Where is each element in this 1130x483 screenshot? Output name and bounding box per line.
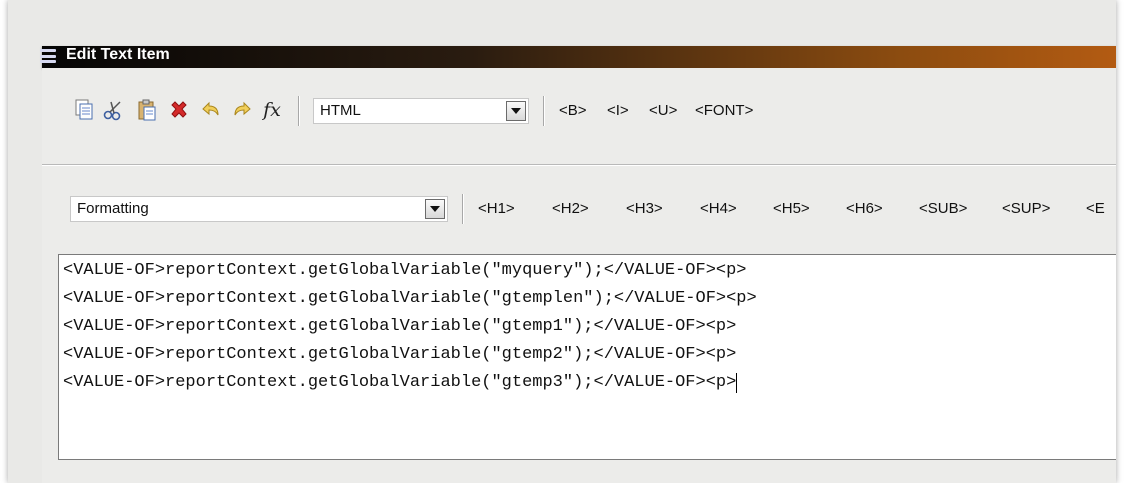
copy-icon[interactable]: [72, 98, 96, 122]
toolbar-separator: [298, 96, 299, 126]
editor-line: <VALUE-OF>reportContext.getGlobalVariabl…: [63, 261, 747, 280]
tag-h6-button[interactable]: <H6>: [846, 200, 883, 217]
function-label: fx: [263, 99, 281, 121]
undo-icon[interactable]: [198, 98, 222, 122]
tag-italic-button[interactable]: <I>: [607, 102, 629, 119]
cut-icon[interactable]: [102, 98, 126, 122]
window-menu-icon[interactable]: [40, 49, 56, 63]
toolbar-formatting: fx HTML <B> <I> <U> <FONT>: [42, 78, 1116, 126]
paste-icon[interactable]: [135, 98, 159, 122]
toolbar-separator: [462, 194, 463, 224]
tag-more-button[interactable]: <E: [1086, 200, 1105, 217]
formatting-select-value: Formatting: [77, 200, 149, 217]
editor-line: <VALUE-OF>reportContext.getGlobalVariabl…: [63, 345, 737, 364]
tag-sup-button[interactable]: <SUP>: [1002, 200, 1050, 217]
window-title: Edit Text Item: [66, 46, 170, 63]
chevron-down-icon[interactable]: [425, 199, 445, 219]
editor-line: <VALUE-OF>reportContext.getGlobalVariabl…: [63, 317, 737, 336]
toolbar-separator: [543, 96, 544, 126]
dialog-frame: Edit Text Item fx HTML <B> <I> <U> <FONT…: [8, 0, 1116, 483]
edit-panel: fx HTML <B> <I> <U> <FONT> Formatting <H…: [42, 68, 1116, 483]
editor-line-text: <VALUE-OF>reportContext.getGlobalVariabl…: [63, 373, 737, 392]
editor-line-last: <VALUE-OF>reportContext.getGlobalVariabl…: [63, 373, 738, 393]
formatting-select[interactable]: Formatting: [70, 196, 448, 222]
text-caret: [736, 373, 738, 393]
format-select[interactable]: HTML: [313, 98, 529, 124]
tag-h3-button[interactable]: <H3>: [626, 200, 663, 217]
tag-bold-button[interactable]: <B>: [559, 102, 587, 119]
text-editor[interactable]: <VALUE-OF>reportContext.getGlobalVariabl…: [58, 254, 1116, 460]
tag-h4-button[interactable]: <H4>: [700, 200, 737, 217]
tag-h1-button[interactable]: <H1>: [478, 200, 515, 217]
delete-icon[interactable]: [167, 98, 191, 122]
function-icon[interactable]: fx: [260, 98, 284, 122]
tag-sub-button[interactable]: <SUB>: [919, 200, 967, 217]
redo-icon[interactable]: [231, 98, 255, 122]
toolbar-divider: [42, 164, 1116, 165]
tag-h5-button[interactable]: <H5>: [773, 200, 810, 217]
title-bar[interactable]: Edit Text Item: [40, 46, 1116, 68]
format-select-value: HTML: [320, 102, 361, 119]
tag-underline-button[interactable]: <U>: [649, 102, 677, 119]
tag-h2-button[interactable]: <H2>: [552, 200, 589, 217]
chevron-down-icon[interactable]: [506, 101, 526, 121]
toolbar-headings: Formatting <H1> <H2> <H3> <H4> <H5> <H6>…: [42, 176, 1116, 224]
tag-font-button[interactable]: <FONT>: [695, 102, 753, 119]
editor-line: <VALUE-OF>reportContext.getGlobalVariabl…: [63, 289, 757, 308]
